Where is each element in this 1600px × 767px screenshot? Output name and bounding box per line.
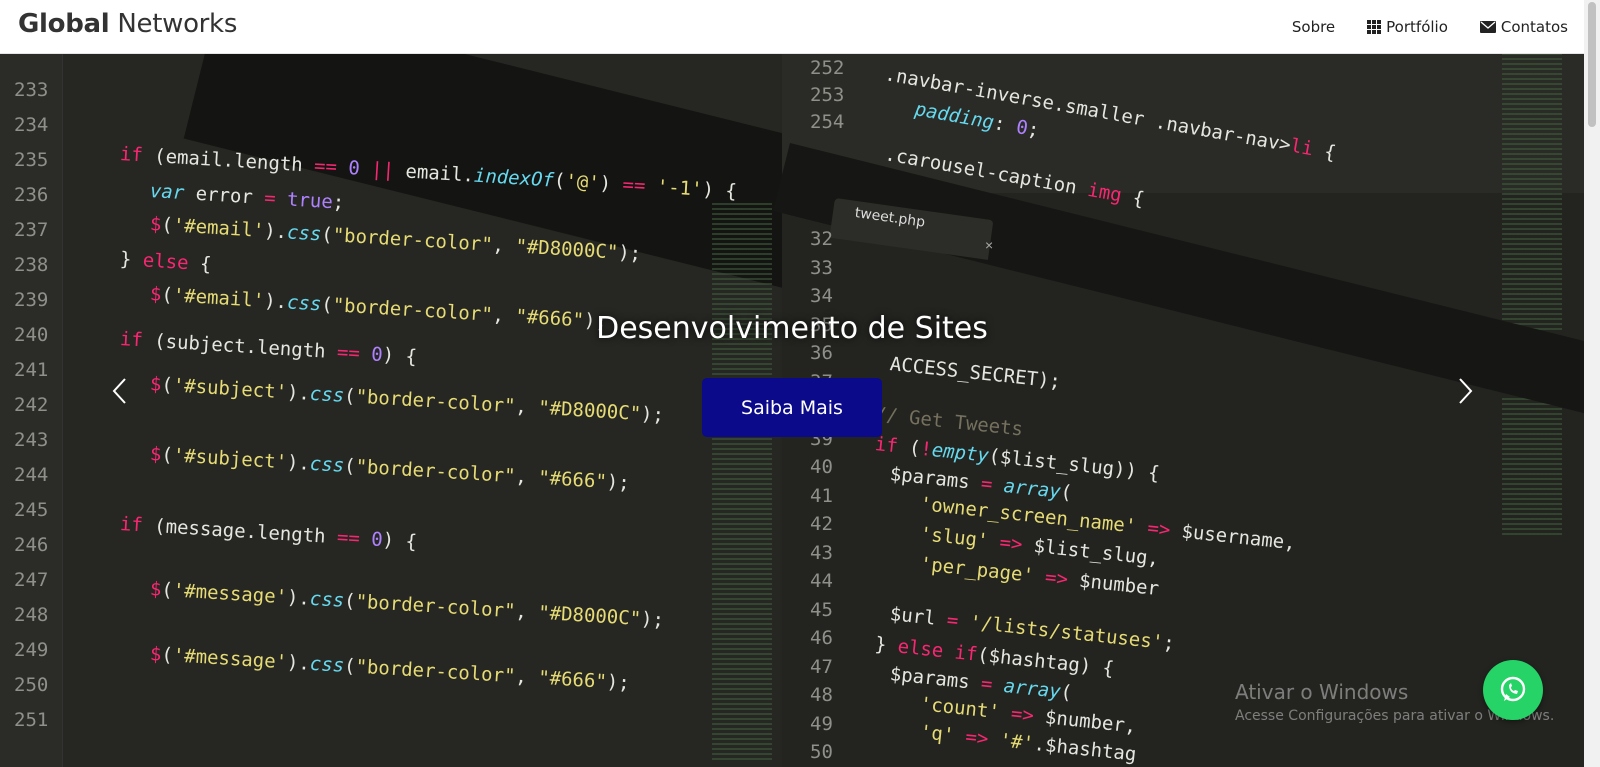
- line-number: 243: [14, 429, 49, 451]
- line-number: 233: [14, 79, 49, 101]
- hero-title: Desenvolvimento de Sites: [596, 311, 988, 346]
- chevron-left-icon: [112, 378, 126, 404]
- scrollbar-thumb[interactable]: [1588, 2, 1596, 127]
- nav-label-portfolio: Portfólio: [1386, 17, 1448, 36]
- line-number: 237: [14, 219, 49, 241]
- line-number: 49: [810, 712, 833, 735]
- line-number: 241: [14, 359, 49, 381]
- line-number: 254: [810, 111, 845, 133]
- minimap-right-top: [1502, 53, 1562, 333]
- line-number: 46: [810, 627, 833, 649]
- whatsapp-icon: [1500, 676, 1526, 702]
- nav-link-contatos[interactable]: Contatos: [1479, 17, 1568, 36]
- nav-link-sobre[interactable]: Sobre: [1292, 18, 1335, 36]
- whatsapp-button[interactable]: [1483, 660, 1543, 720]
- page-scrollbar[interactable]: [1584, 0, 1600, 767]
- line-number: 33: [810, 256, 833, 279]
- line-number: 43: [810, 541, 833, 564]
- minimap-left: [712, 203, 772, 763]
- line-number: 47: [810, 655, 833, 678]
- line-number: 247: [14, 569, 49, 591]
- line-number: 44: [810, 570, 833, 592]
- line-number: 253: [810, 84, 845, 106]
- line-number: 235: [14, 149, 49, 171]
- nav-label-contatos: Contatos: [1500, 17, 1568, 36]
- top-navbar: Global Networks Sobre Portfólio Contatos: [0, 0, 1584, 54]
- brand-light: Networks: [117, 9, 238, 39]
- line-number: 236: [14, 184, 49, 206]
- carousel-next-arrow[interactable]: [1450, 371, 1480, 411]
- minimap-right: [1502, 398, 1562, 538]
- line-number: 32: [810, 228, 833, 250]
- line-number: 42: [810, 513, 833, 535]
- nav-label-sobre: Sobre: [1291, 17, 1336, 36]
- line-number: 34: [810, 285, 833, 307]
- envelope-icon: [1479, 20, 1496, 33]
- nav-link-portfolio[interactable]: Portfólio: [1367, 18, 1448, 36]
- line-number: 251: [14, 709, 49, 731]
- line-number: 41: [810, 484, 833, 507]
- tab-close-icon: ×: [985, 237, 994, 253]
- line-number: 234: [14, 114, 49, 136]
- line-number: 40: [810, 456, 833, 478]
- line-number: 249: [14, 639, 49, 661]
- line-number: 244: [14, 464, 49, 486]
- line-number: 239: [14, 289, 49, 311]
- nav-links: Sobre Portfólio Contatos: [1260, 0, 1568, 53]
- grid-icon: [1367, 19, 1382, 34]
- line-number: 245: [14, 499, 49, 521]
- carousel-prev-arrow[interactable]: [105, 371, 135, 411]
- line-number: 50: [810, 741, 833, 763]
- line-number: 250: [14, 674, 49, 696]
- hero-carousel: tweet.php × 233 234 235 236 237 238 239 240 241 2…: [0, 53, 1584, 767]
- line-number: 248: [14, 604, 49, 626]
- saiba-mais-button[interactable]: Saiba Mais: [702, 378, 882, 437]
- line-number: 45: [810, 598, 833, 621]
- line-number: 242: [14, 394, 49, 416]
- brand-bold: Global: [18, 9, 110, 39]
- line-number: 246: [14, 534, 49, 556]
- line-number: 48: [810, 684, 833, 706]
- brand-logo[interactable]: Global Networks: [18, 9, 237, 39]
- chevron-right-icon: [1459, 378, 1473, 404]
- line-number: 238: [14, 254, 49, 276]
- line-number: 252: [810, 57, 845, 79]
